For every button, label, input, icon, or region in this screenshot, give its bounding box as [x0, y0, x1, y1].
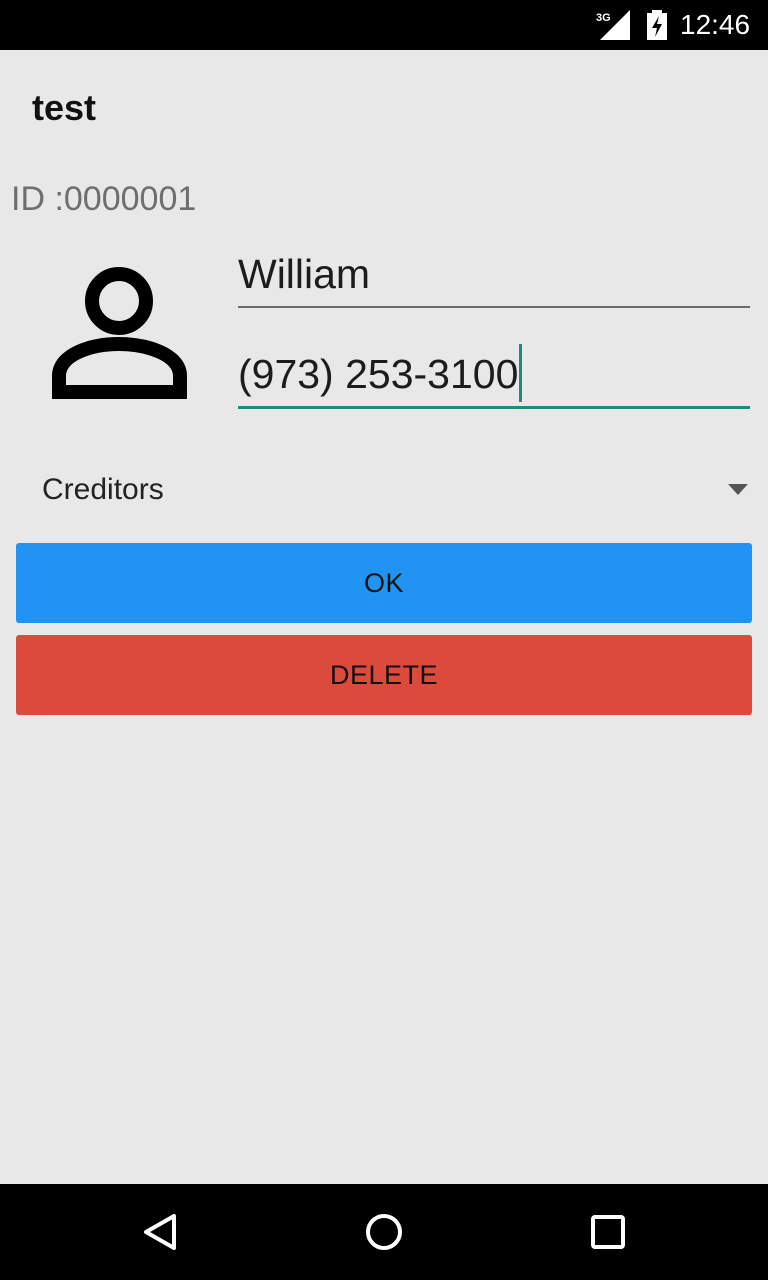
signal-icon: 3G	[596, 10, 630, 40]
back-icon[interactable]	[140, 1212, 180, 1252]
delete-button-label: DELETE	[329, 659, 439, 690]
battery-charging-icon	[647, 10, 667, 40]
clock: 12:46	[680, 9, 751, 40]
recents-icon[interactable]	[590, 1214, 626, 1250]
status-bar: 3G 12:46	[0, 0, 768, 50]
navigation-bar	[0, 1184, 768, 1280]
name-field[interactable]: William	[238, 246, 750, 308]
phone-field-value: (973) 253-3100	[238, 351, 519, 397]
record-id-label: ID :0000001	[11, 180, 197, 218]
text-cursor	[519, 344, 523, 403]
page-title: test	[32, 87, 97, 128]
category-dropdown-value: Creditors	[42, 473, 164, 506]
delete-button[interactable]: DELETE	[16, 635, 752, 715]
dropdown-arrow-icon	[728, 484, 748, 495]
home-icon[interactable]	[364, 1212, 404, 1252]
ok-button-label: OK	[363, 567, 404, 598]
phone-field[interactable]: (973) 253-3100	[238, 344, 750, 409]
name-field-value: William	[238, 251, 371, 297]
ok-button[interactable]: OK	[16, 543, 752, 623]
person-icon[interactable]	[52, 264, 188, 400]
category-dropdown[interactable]: Creditors	[16, 462, 752, 520]
network-type-label: 3G	[596, 12, 611, 24]
